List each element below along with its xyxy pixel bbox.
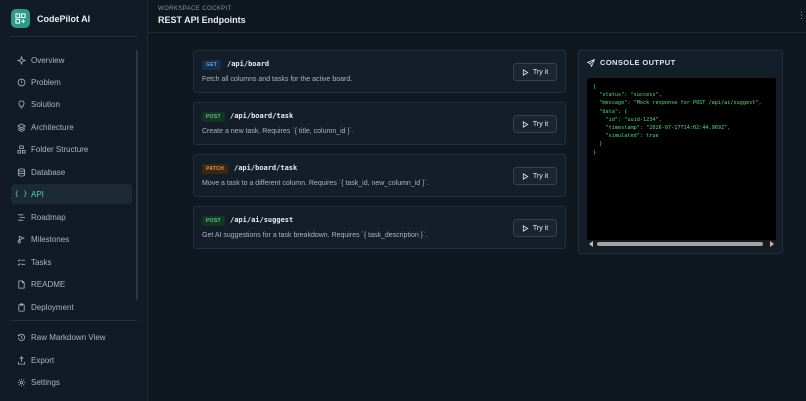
- try-it-button[interactable]: Try it: [513, 167, 557, 185]
- sidebar-item-label: Tasks: [31, 257, 52, 267]
- send-icon: [587, 58, 595, 67]
- console-output[interactable]: { "status": "success", "message": "Mock …: [587, 78, 776, 248]
- sidebar-item-label: Raw Markdown View: [31, 332, 106, 342]
- sidebar-item-label: Problem: [31, 77, 61, 87]
- braces-icon: { }: [14, 190, 28, 198]
- console-output-text: { "status": "success", "message": "Mock …: [593, 84, 762, 156]
- sidebar-item-label: Export: [31, 355, 55, 365]
- try-it-button[interactable]: Try it: [513, 63, 557, 81]
- endpoint-card: GET /api/board Fetch all columns and tas…: [193, 50, 566, 93]
- endpoint-path: /api/board/task: [230, 112, 294, 120]
- sidebar-item-label: Overview: [31, 55, 65, 65]
- sidebar-item-label: Deployment: [31, 302, 74, 312]
- sidebar-item-label: Architecture: [31, 122, 74, 132]
- method-badge: POST: [202, 112, 225, 122]
- menu-icon[interactable]: ⋮: [797, 10, 806, 21]
- sidebar-divider: [10, 36, 137, 37]
- endpoint-description: Move a task to a different column. Requi…: [202, 180, 429, 187]
- endpoint-card: PATCH /api/board/task Move a task to a d…: [193, 154, 566, 197]
- scroll-right-icon[interactable]: [770, 241, 774, 247]
- try-it-button[interactable]: Try it: [513, 115, 557, 133]
- endpoint-description: Create a new task. Requires `{ title, co…: [202, 128, 355, 135]
- gear-icon: [11, 378, 31, 387]
- sidebar-item-milestones[interactable]: Milestones: [11, 229, 132, 249]
- sidebar-item-api[interactable]: { } API: [11, 184, 132, 204]
- milestone-icon: [11, 235, 31, 244]
- page-eyebrow: WORKSPACE COCKPIT: [158, 6, 232, 12]
- sidebar-item-label: README: [31, 279, 66, 289]
- endpoint-description: Fetch all columns and tasks for the acti…: [202, 76, 353, 83]
- try-it-label: Try it: [532, 120, 549, 128]
- sidebar-item-deployment[interactable]: Deployment: [11, 297, 132, 317]
- sidebar-item-label: Milestones: [31, 234, 70, 244]
- sidebar-item-label: API: [31, 189, 44, 199]
- brand[interactable]: CodePilot AI: [11, 9, 90, 28]
- list-check-icon: [11, 258, 31, 267]
- page-title: REST API Endpoints: [158, 15, 246, 25]
- method-badge: POST: [202, 216, 225, 226]
- try-it-label: Try it: [532, 68, 549, 76]
- sidebar-item-database[interactable]: Database: [11, 162, 132, 182]
- clipboard-icon: [11, 302, 31, 312]
- endpoint-card: POST /api/ai/suggest Get AI suggestions …: [193, 206, 566, 249]
- history-icon: [11, 333, 31, 342]
- method-badge: GET: [202, 60, 222, 70]
- endpoint-description: Get AI suggestions for a task breakdown.…: [202, 232, 428, 239]
- console-horizontal-scrollbar[interactable]: [587, 240, 776, 248]
- sidebar-item-overview[interactable]: Overview: [11, 50, 132, 70]
- roadmap-icon: [11, 213, 31, 222]
- sidebar-item-problem[interactable]: Problem: [11, 72, 132, 92]
- folder-tree-icon: [11, 144, 31, 154]
- scroll-left-icon[interactable]: [589, 241, 593, 247]
- export-icon: [11, 355, 31, 365]
- try-it-label: Try it: [532, 172, 549, 180]
- play-icon: [522, 68, 529, 76]
- sidebar-item-tasks[interactable]: Tasks: [11, 252, 132, 272]
- method-badge: PATCH: [202, 164, 228, 174]
- endpoint-path: /api/ai/suggest: [230, 216, 294, 224]
- app-name: CodePilot AI: [37, 13, 91, 24]
- sidebar-item-folder-structure[interactable]: Folder Structure: [11, 139, 132, 159]
- play-icon: [522, 224, 529, 232]
- sidebar-item-label: Database: [31, 167, 66, 177]
- sidebar-item-settings[interactable]: Settings: [11, 372, 132, 392]
- lightbulb-icon: [11, 99, 31, 109]
- layers-icon: [11, 122, 31, 132]
- file-icon: [11, 279, 31, 289]
- alert-icon: [11, 78, 31, 87]
- endpoint-path: /api/board/task: [234, 164, 298, 172]
- try-it-label: Try it: [532, 224, 549, 232]
- database-icon: [11, 167, 31, 177]
- sidebar-item-readme[interactable]: README: [11, 274, 132, 294]
- sidebar: CodePilot AI Overview Problem Solution A…: [0, 0, 148, 401]
- console-title: CONSOLE OUTPUT: [600, 58, 676, 67]
- sidebar-item-label: Roadmap: [31, 212, 66, 222]
- sidebar-divider: [10, 320, 137, 321]
- sidebar-item-architecture[interactable]: Architecture: [11, 117, 132, 137]
- try-it-button[interactable]: Try it: [513, 219, 557, 237]
- sidebar-item-raw-markdown[interactable]: Raw Markdown View: [11, 327, 132, 347]
- sidebar-scrollbar[interactable]: [136, 50, 138, 300]
- console-panel: CONSOLE OUTPUT { "status": "success", "m…: [578, 50, 783, 254]
- sidebar-item-export[interactable]: Export: [11, 350, 132, 370]
- play-icon: [522, 172, 529, 180]
- sidebar-item-label: Solution: [31, 99, 60, 109]
- scrollbar-thumb[interactable]: [597, 242, 763, 246]
- app-logo-icon: [11, 9, 30, 28]
- console-header: CONSOLE OUTPUT: [587, 58, 676, 67]
- page-header: WORKSPACE COCKPIT REST API Endpoints ⋮: [148, 0, 806, 33]
- sidebar-item-label: Folder Structure: [31, 144, 89, 154]
- sparkles-icon: [11, 55, 31, 65]
- sidebar-item-label: Settings: [31, 377, 60, 387]
- endpoint-card: POST /api/board/task Create a new task. …: [193, 102, 566, 145]
- endpoint-path: /api/board: [227, 60, 270, 68]
- sidebar-item-solution[interactable]: Solution: [11, 94, 132, 114]
- sidebar-item-roadmap[interactable]: Roadmap: [11, 207, 132, 227]
- play-icon: [522, 120, 529, 128]
